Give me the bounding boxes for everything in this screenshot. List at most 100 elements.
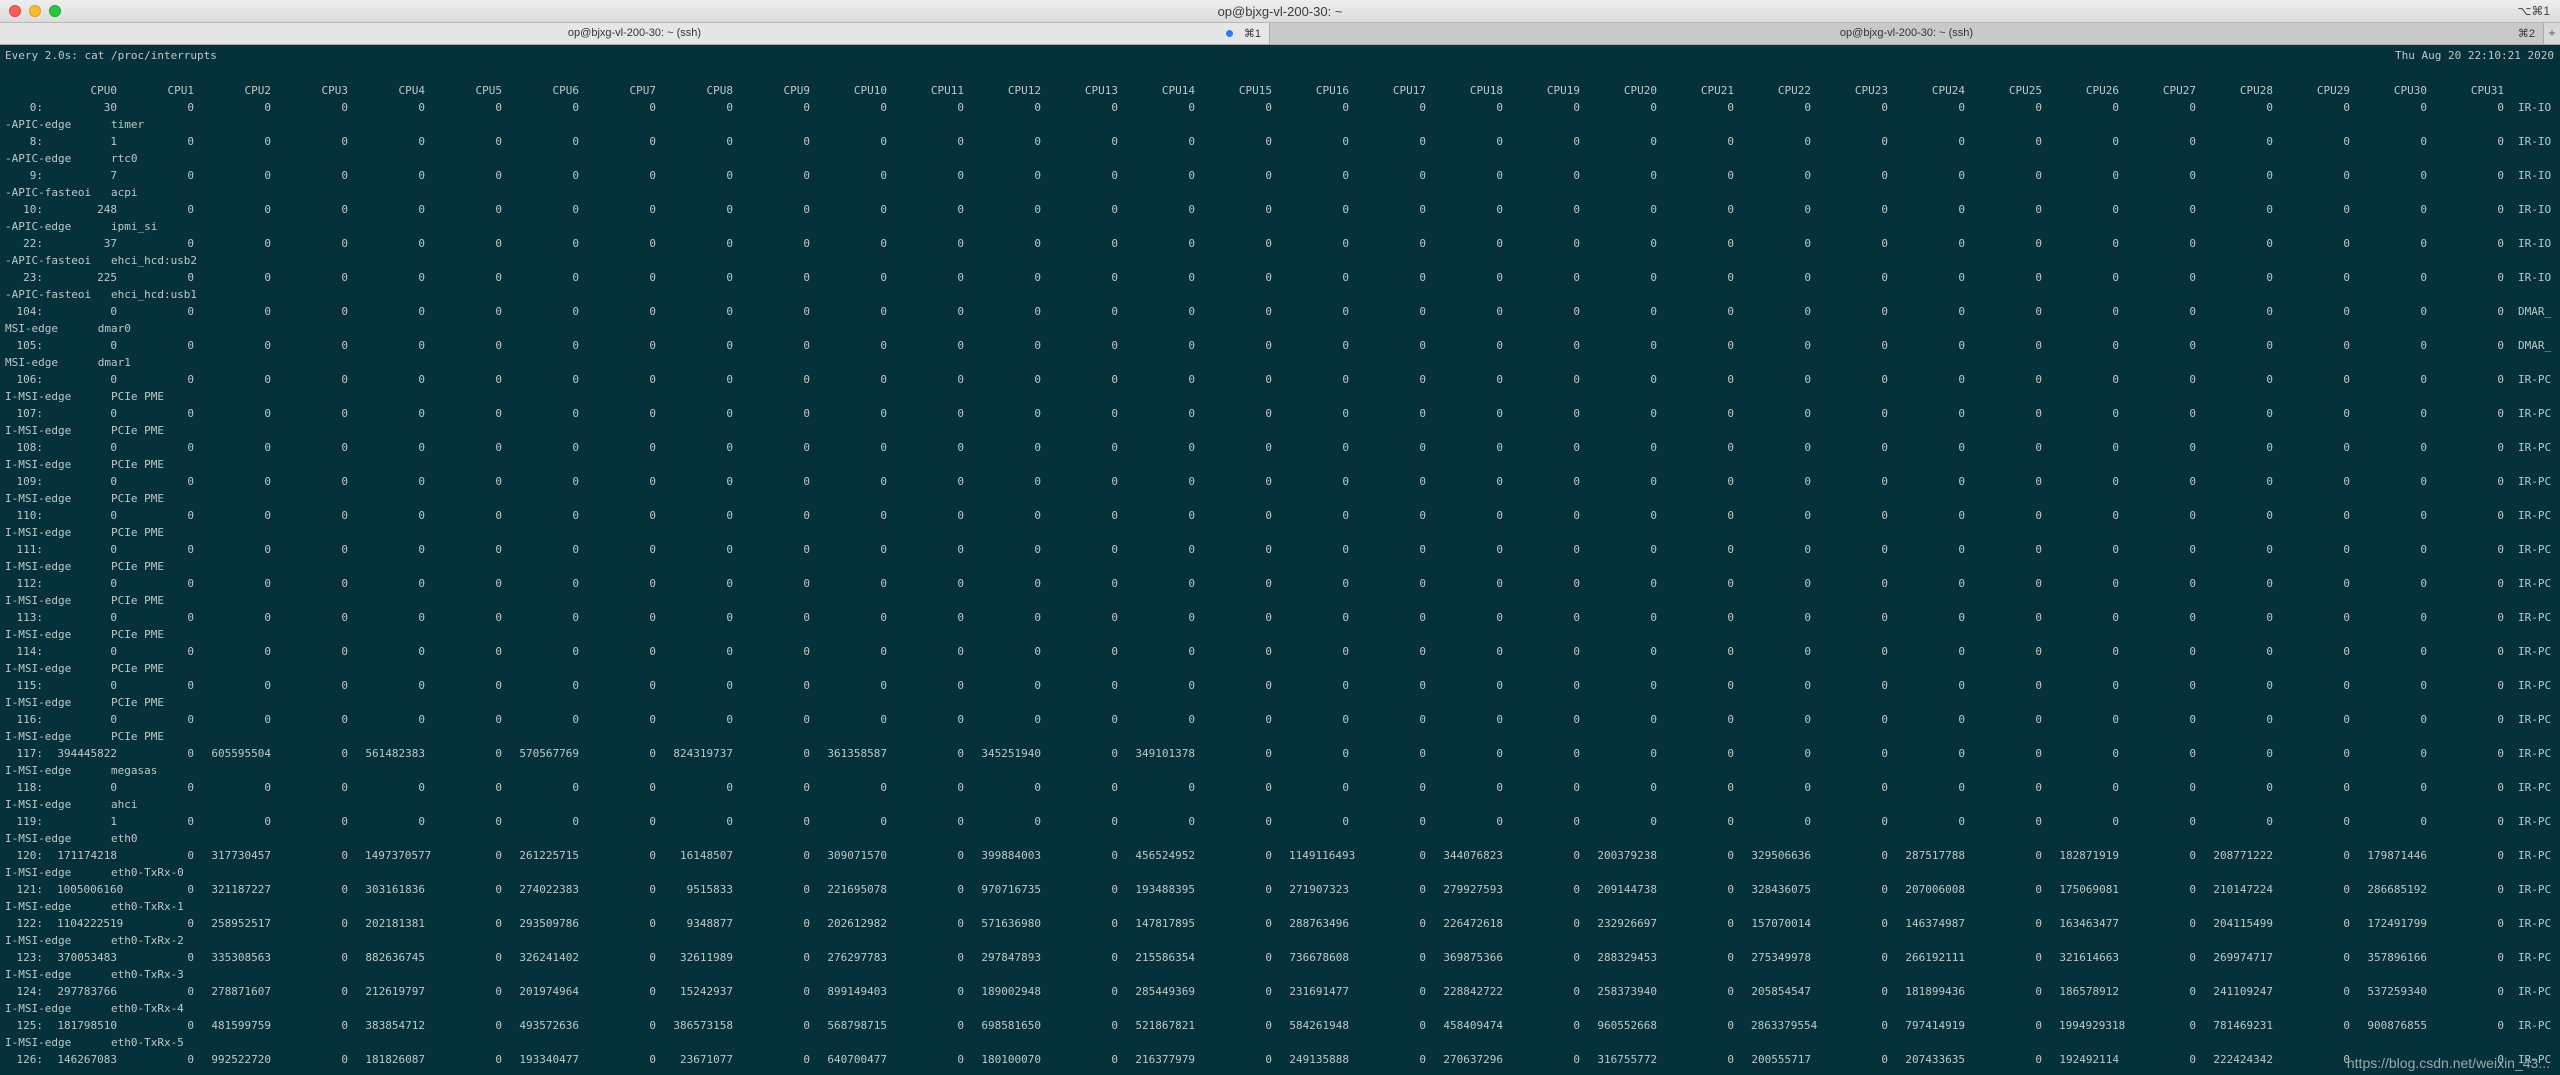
interrupt-count-cell: 288329453 [1597, 951, 1657, 964]
interrupt-count-cell: 0 [2343, 509, 2350, 522]
interrupt-count-cell: 0 [1419, 305, 1426, 318]
interrupt-count-cell: 0 [110, 373, 117, 386]
interrupt-count-cell: 0 [1573, 679, 1580, 692]
interrupt-count-cell: 0 [2343, 985, 2350, 998]
interrupt-count-cell: 0 [495, 305, 502, 318]
interrupt-count-cell: 0 [1265, 169, 1272, 182]
column-header-cpu14: CPU14 [1161, 84, 1195, 97]
interrupt-count-cell: 0 [495, 271, 502, 284]
tab-session-1[interactable]: op@bjxg-vl-200-30: ~ (ssh) ⌘1 [0, 23, 1270, 44]
interrupt-count-cell: 0 [187, 713, 194, 726]
interrupt-count-cell: 0 [341, 713, 348, 726]
interrupt-count-cell: 0 [1034, 543, 1041, 556]
interrupt-count-cell: 0 [957, 169, 964, 182]
interrupt-count-cell: 0 [649, 645, 656, 658]
interrupt-count-cell: 370053483 [57, 951, 117, 964]
interrupt-count-cell: 0 [110, 713, 117, 726]
interrupt-count-cell: 0 [341, 509, 348, 522]
interrupt-count-cell: 0 [187, 611, 194, 624]
new-tab-button[interactable]: + [2544, 23, 2560, 44]
irq-device-name: -APIC-edge rtc0 [5, 152, 138, 165]
interrupt-count-cell: 0 [341, 645, 348, 658]
irq-number: 8: [29, 135, 43, 148]
interrupt-count-cell: 0 [341, 543, 348, 556]
interrupt-count-cell: 0 [1496, 509, 1503, 522]
interrupt-count-cell: 0 [110, 611, 117, 624]
interrupt-count-cell: 0 [1650, 713, 1657, 726]
interrupt-count-cell: 0 [1419, 1019, 1426, 1032]
irq-chip-type: IR-IO [2518, 101, 2552, 114]
irq-chip-type: DMAR_ [2518, 339, 2552, 352]
interrupt-count-cell: 0 [2112, 679, 2119, 692]
interrupt-count-cell: 0 [1958, 475, 1965, 488]
interrupt-count-cell: 0 [2189, 271, 2196, 284]
interrupt-count-cell: 0 [880, 543, 887, 556]
interrupt-count-cell: 0 [2343, 815, 2350, 828]
interrupt-count-cell: 0 [572, 781, 579, 794]
interrupt-count-cell: 0 [803, 475, 810, 488]
interrupt-count-cell: 0 [264, 645, 271, 658]
interrupt-count-cell: 0 [1573, 203, 1580, 216]
interrupt-count-cell: 0 [2035, 101, 2042, 114]
irq-number: 121: [16, 883, 44, 896]
interrupt-count-cell: 0 [341, 917, 348, 930]
interrupt-count-cell: 960552668 [1597, 1019, 1657, 1032]
interrupt-count-cell: 0 [1111, 169, 1118, 182]
interrupt-count-cell: 0 [1265, 407, 1272, 420]
tab-session-2[interactable]: op@bjxg-vl-200-30: ~ (ssh) ⌘2 [1270, 23, 2544, 44]
interrupt-count-cell: 0 [2189, 203, 2196, 216]
interrupt-count-cell: 0 [1496, 339, 1503, 352]
irq-chip-type: IR-PC [2518, 577, 2552, 590]
interrupt-count-cell: 0 [1650, 373, 1657, 386]
irq-number: 109: [16, 475, 44, 488]
interrupt-count-cell: 0 [1419, 271, 1426, 284]
irq-device-name: I-MSI-edge PCIe PME [5, 730, 164, 743]
interrupt-count-cell: 0 [418, 781, 425, 794]
column-header-cpu13: CPU13 [1084, 84, 1118, 97]
interrupt-count-cell: 0 [1265, 135, 1272, 148]
interrupt-count-cell: 335308563 [211, 951, 271, 964]
interrupt-count-cell: 0 [2420, 577, 2427, 590]
irq-chip-type: IR-PC [2518, 645, 2552, 658]
interrupt-count-cell: 0 [649, 747, 656, 760]
interrupt-count-cell: 0 [2266, 509, 2273, 522]
interrupt-count-cell: 9515833 [686, 883, 733, 896]
interrupt-count-cell: 0 [1496, 543, 1503, 556]
interrupt-count-cell: 0 [1342, 407, 1349, 420]
interrupt-count-cell: 0 [1034, 305, 1041, 318]
irq-chip-type: IR-IO [2518, 169, 2552, 182]
terminal-output[interactable]: Every 2.0s: cat /proc/interrupts Thu Aug… [0, 45, 2560, 1075]
interrupt-count-cell: 0 [2343, 883, 2350, 896]
interrupt-count-cell: 0 [2035, 169, 2042, 182]
interrupt-count-cell: 0 [1265, 237, 1272, 250]
interrupt-count-cell: 0 [957, 305, 964, 318]
interrupt-count-cell: 0 [1958, 305, 1965, 318]
interrupt-count-cell: 0 [2343, 1019, 2350, 1032]
interrupt-count-cell: 0 [1419, 577, 1426, 590]
interrupt-count-cell: 0 [726, 611, 733, 624]
interrupt-count-cell: 0 [880, 339, 887, 352]
interrupt-count-cell: 321187227 [211, 883, 271, 896]
interrupt-count-cell: 0 [2497, 917, 2504, 930]
interrupt-count-cell: 0 [957, 339, 964, 352]
interrupt-count-cell: 0 [880, 237, 887, 250]
interrupt-count-cell: 0 [1804, 203, 1811, 216]
interrupt-count-cell: 0 [726, 203, 733, 216]
interrupt-count-cell: 0 [1342, 373, 1349, 386]
interrupt-count-cell: 0 [418, 543, 425, 556]
interrupt-count-cell: 0 [1804, 135, 1811, 148]
interrupt-count-cell: 0 [2189, 577, 2196, 590]
interrupt-count-cell: 0 [1727, 135, 1734, 148]
interrupt-count-cell: 228842722 [1443, 985, 1503, 998]
interrupt-count-cell: 0 [1650, 169, 1657, 182]
irq-device-name: MSI-edge dmar0 [5, 322, 131, 335]
interrupt-count-cell: 0 [264, 271, 271, 284]
window-shortcut-hint: ⌥⌘1 [2517, 4, 2550, 18]
interrupt-count-cell: 0 [1496, 169, 1503, 182]
interrupt-count-cell: 0 [341, 951, 348, 964]
interrupt-count-cell: 0 [1496, 407, 1503, 420]
interrupt-count-cell: 882636745 [365, 951, 425, 964]
interrupt-count-cell: 303161836 [365, 883, 425, 896]
irq-number: 118: [16, 781, 44, 794]
interrupt-count-cell: 0 [2420, 475, 2427, 488]
